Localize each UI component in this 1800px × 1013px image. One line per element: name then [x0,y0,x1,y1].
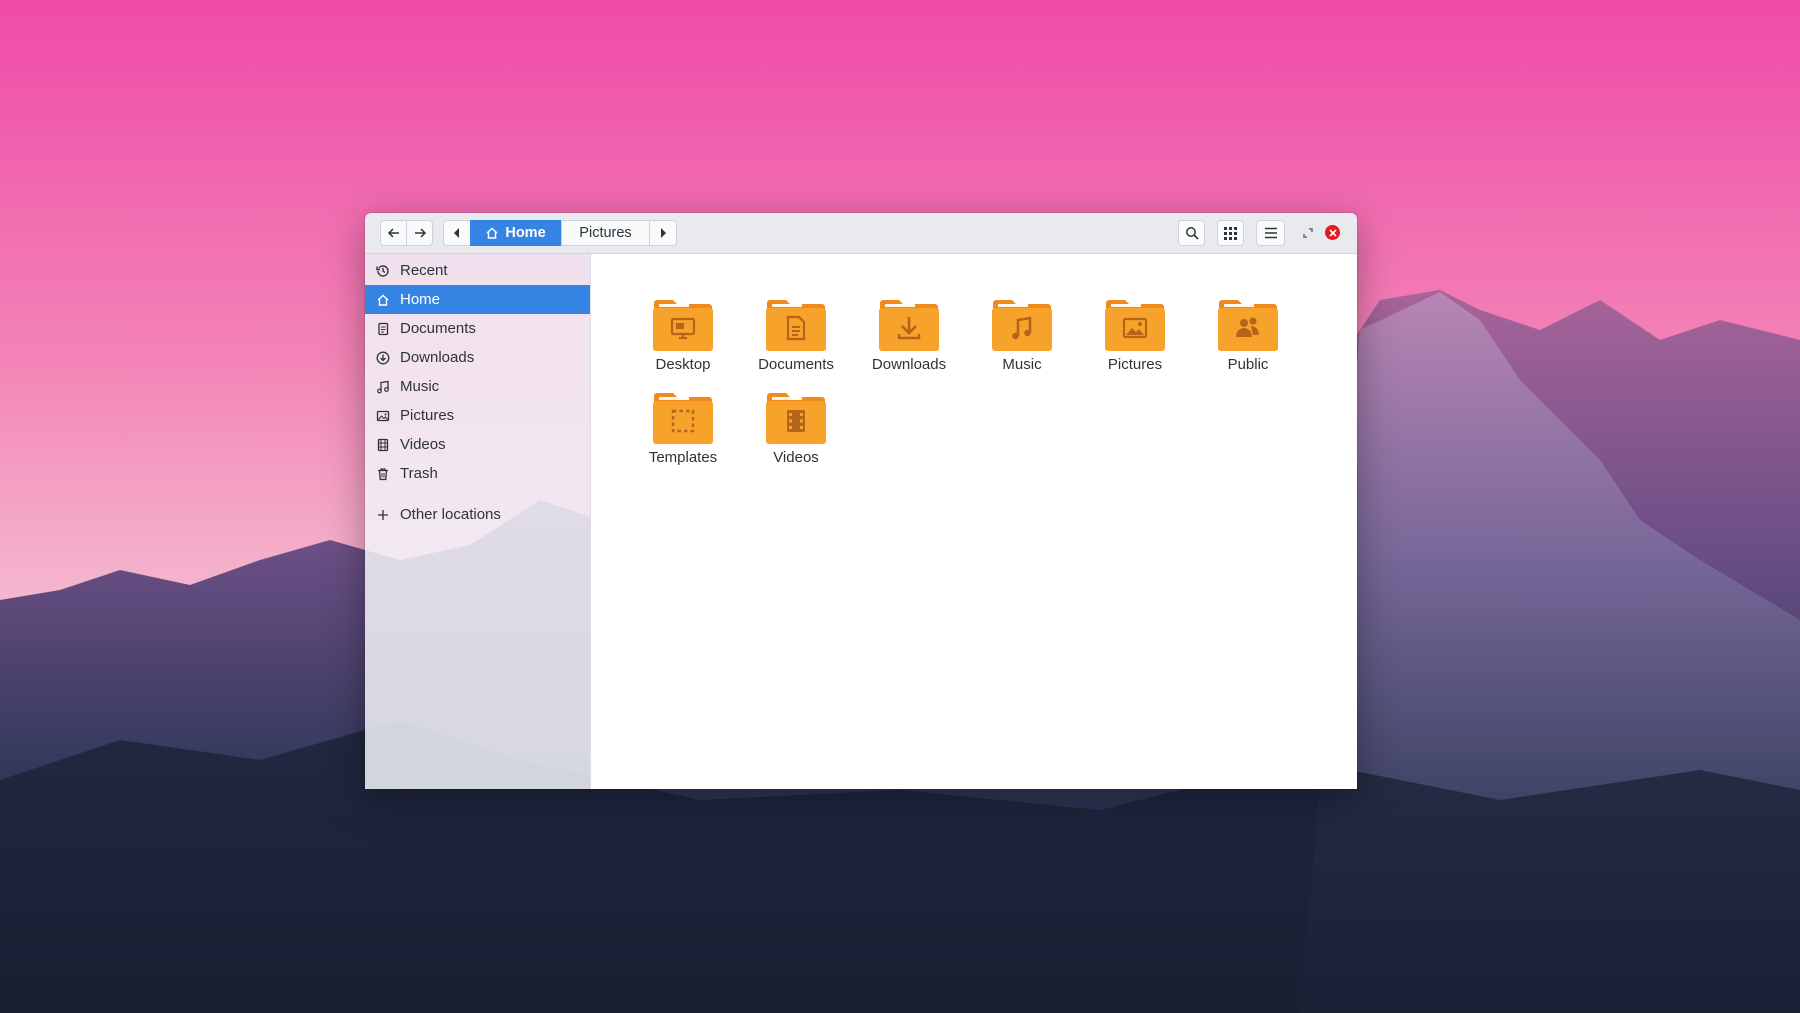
folder-documents-icon [766,300,826,351]
main-menu-button[interactable] [1256,220,1285,246]
folder-item[interactable]: Public [1194,299,1302,387]
sidebar-item-label: Pictures [400,407,455,424]
plus-icon [375,507,391,523]
sidebar-item-label: Music [400,378,440,395]
clock-history-icon [375,263,391,279]
close-icon [1328,228,1337,237]
folder-label: Desktop [655,356,711,373]
folder-music-icon [992,300,1052,351]
document-icon [375,321,391,337]
file-view: Desktop Documents Downloads Music Pictur… [591,254,1357,789]
path-scroll-right-button[interactable] [649,220,677,246]
home-icon [375,292,391,308]
sidebar-item-label: Recent [400,262,448,279]
sidebar-item-label: Documents [400,320,476,337]
folder-public-icon [1218,300,1278,351]
folder-templates-icon [653,393,713,444]
trash-icon [375,466,391,482]
sidebar-item-home[interactable]: Home [365,285,590,314]
folder-videos-icon [766,393,826,444]
music-note-icon [375,379,391,395]
folder-item[interactable]: Videos [742,392,850,480]
folder-label: Downloads [871,356,947,373]
folder-label: Public [1227,356,1269,373]
sidebar-item-documents[interactable]: Documents [365,314,590,343]
sidebar-item-downloads[interactable]: Downloads [365,343,590,372]
close-button[interactable] [1325,225,1340,240]
view-toggle-button[interactable] [1217,220,1244,246]
search-icon [1185,227,1199,240]
folder-item[interactable]: Downloads [855,299,963,387]
folder-item[interactable]: Pictures [1081,299,1189,387]
sidebar-item-recent[interactable]: Recent [365,256,590,285]
breadcrumb-home[interactable]: Home [470,220,561,246]
image-icon [375,408,391,424]
folder-item[interactable]: Documents [742,299,850,387]
folder-item[interactable]: Music [968,299,1076,387]
file-manager-window: Home Pictures Recent Home Documents Down… [365,213,1357,789]
sidebar-item-label: Videos [400,436,446,453]
path-scroll-left-button[interactable] [443,220,471,246]
sidebar: Recent Home Documents Downloads Music Pi… [365,254,591,789]
sidebar-item-pictures[interactable]: Pictures [365,401,590,430]
home-icon [486,227,498,239]
restore-button[interactable] [1301,226,1315,240]
sidebar-item-label: Downloads [400,349,475,366]
grid-icon [1224,226,1237,240]
sidebar-item-videos[interactable]: Videos [365,430,590,459]
sidebar-item-trash[interactable]: Trash [365,459,590,488]
folder-label: Videos [773,449,819,466]
header-bar: Home Pictures [365,213,1357,254]
film-icon [375,437,391,453]
arrow-left-icon [387,228,399,238]
caret-right-icon [661,228,666,238]
sidebar-item-label: Home [400,291,441,308]
folder-pictures-icon [1105,300,1165,351]
breadcrumb-home-label: Home [505,225,546,241]
folder-downloads-icon [879,300,939,351]
restore-icon [1303,228,1313,238]
folder-label: Pictures [1107,356,1163,373]
download-icon [375,350,391,366]
breadcrumb-pictures-label: Pictures [579,225,632,241]
hamburger-menu-icon [1264,227,1277,239]
folder-label: Documents [758,356,834,373]
sidebar-item-label: Other locations [400,506,501,523]
sidebar-item-other-locations[interactable]: Other locations [365,500,590,529]
folder-item[interactable]: Templates [629,392,737,480]
folder-item[interactable]: Desktop [629,299,737,387]
sidebar-item-music[interactable]: Music [365,372,590,401]
forward-button[interactable] [406,220,433,246]
folder-label: Templates [648,449,718,466]
breadcrumb-pictures[interactable]: Pictures [561,220,650,246]
arrow-right-icon [414,228,426,238]
caret-left-icon [454,228,459,238]
search-button[interactable] [1178,220,1205,246]
sidebar-item-label: Trash [400,465,438,482]
back-button[interactable] [380,220,407,246]
folder-desktop-icon [653,300,713,351]
folder-label: Music [1002,356,1042,373]
